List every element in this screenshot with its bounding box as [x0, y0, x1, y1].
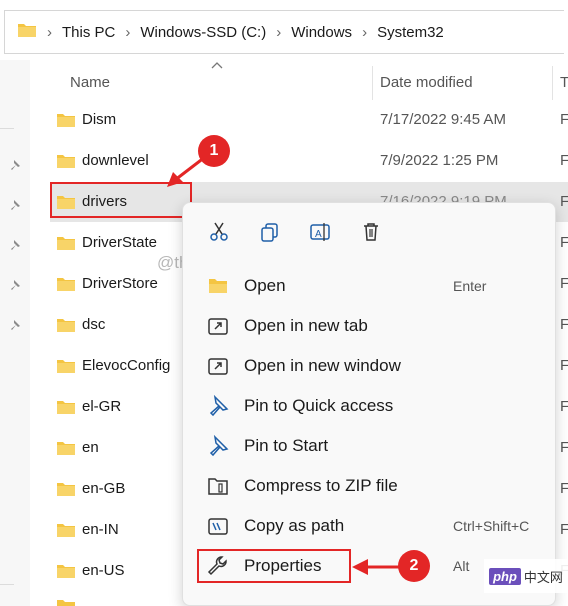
php-logo: php [489, 567, 521, 585]
step-badge-1: 1 [198, 135, 230, 167]
file-type: F [560, 439, 568, 456]
folder-icon [57, 524, 75, 537]
zip-folder-icon [208, 478, 228, 495]
pin-icon[interactable] [9, 199, 23, 213]
menu-item-open[interactable]: Open Enter [183, 266, 555, 306]
file-name: DriverStore [82, 275, 158, 292]
address-bar[interactable]: › This PC › Windows-SSD (C:) › Windows ›… [4, 10, 564, 54]
file-type: F [560, 480, 568, 497]
folder-icon [57, 155, 75, 168]
pin-icon [209, 395, 229, 417]
cut-icon[interactable] [208, 221, 230, 243]
folder-icon [57, 319, 75, 332]
chevron-right-icon: › [362, 23, 368, 41]
new-tab-icon [208, 318, 228, 335]
folder-icon [57, 278, 75, 291]
folder-icon [57, 114, 75, 127]
pin-icon[interactable] [9, 159, 23, 173]
menu-item-label: Open in new window [244, 356, 401, 375]
folder-icon [57, 360, 75, 373]
menu-item-label: Compress to ZIP file [244, 476, 398, 495]
divider [0, 128, 14, 129]
file-name: downlevel [82, 152, 149, 169]
folder-icon [57, 237, 75, 250]
menu-item-compress-zip[interactable]: Compress to ZIP file [183, 466, 555, 506]
menu-item-label: Copy as path [244, 516, 345, 535]
file-name: Dism [82, 111, 117, 128]
breadcrumb-drive[interactable]: Windows-SSD (C:) [140, 24, 266, 41]
sort-caret-icon [211, 62, 223, 69]
file-name: dsc [82, 316, 106, 333]
folder-icon [57, 600, 75, 606]
step-badge-2: 2 [398, 550, 430, 582]
menu-item-pin-quick-access[interactable]: Pin to Quick access [183, 386, 555, 426]
folder-icon [57, 483, 75, 496]
php-watermark: php 中文网 [484, 559, 568, 593]
menu-item-label: Pin to Quick access [244, 396, 394, 415]
highlight-box [197, 549, 351, 583]
file-date: 7/9/2022 1:25 PM [380, 152, 499, 169]
file-type: F [560, 234, 568, 251]
file-type: F [560, 398, 568, 415]
php-site-text: 中文网 [523, 569, 563, 585]
menu-item-label: Open [244, 276, 286, 295]
copy-path-icon [208, 518, 228, 535]
file-name: DriverState [82, 234, 158, 251]
breadcrumb-this-pc[interactable]: This PC [62, 24, 115, 41]
copy-icon[interactable] [259, 221, 281, 243]
arrow-icon [352, 559, 402, 575]
folder-icon [17, 22, 37, 43]
column-divider[interactable] [372, 66, 373, 100]
file-type: F [560, 275, 568, 292]
divider [0, 584, 14, 585]
file-name: el-GR [82, 398, 122, 415]
file-type: F [560, 111, 568, 128]
chevron-right-icon: › [125, 23, 131, 41]
column-divider[interactable] [552, 66, 553, 100]
pin-icon[interactable] [9, 279, 23, 293]
file-type: F [560, 357, 568, 374]
chevron-right-icon: › [47, 23, 52, 41]
menu-item-shortcut: Enter [453, 278, 487, 294]
menu-item-open-new-tab[interactable]: Open in new tab [183, 306, 555, 346]
menu-item-pin-start[interactable]: Pin to Start [183, 426, 555, 466]
chevron-right-icon: › [276, 23, 282, 41]
menu-item-copy-as-path[interactable]: Copy as path Ctrl+Shift+C [183, 506, 555, 546]
breadcrumb-windows[interactable]: Windows [291, 24, 352, 41]
new-window-icon [208, 358, 228, 375]
svg-text:A: A [315, 229, 322, 240]
menu-item-shortcut: Alt [453, 558, 470, 574]
file-name: en-IN [82, 521, 119, 538]
rename-icon[interactable]: A [309, 221, 331, 243]
column-header-name[interactable]: Name [70, 62, 110, 102]
context-menu: A Open Enter Open in new tab Open in new… [182, 202, 556, 606]
file-row[interactable]: Dism 7/17/2022 9:45 AM F [50, 100, 568, 140]
menu-item-label: Pin to Start [244, 436, 329, 455]
folder-icon [57, 442, 75, 455]
file-date: 7/17/2022 9:45 AM [380, 111, 506, 128]
file-name: en-GB [82, 480, 126, 497]
folder-icon [57, 401, 75, 414]
file-type: F [560, 521, 568, 538]
pin-icon[interactable] [9, 239, 23, 253]
file-name: ElevocConfig [82, 357, 171, 374]
folder-open-icon [209, 279, 227, 293]
menu-item-open-new-window[interactable]: Open in new window [183, 346, 555, 386]
breadcrumb-system32[interactable]: System32 [377, 24, 444, 41]
folder-icon [57, 565, 75, 578]
file-name: en-US [82, 562, 125, 579]
file-type: F [560, 316, 568, 333]
menu-item-label: Open in new tab [244, 316, 368, 335]
file-type: F [560, 193, 568, 210]
column-header-date[interactable]: Date modified [380, 62, 473, 102]
pin-icon [209, 435, 229, 457]
navigation-pane [0, 60, 30, 606]
pin-icon[interactable] [9, 319, 23, 333]
file-name: en [82, 439, 99, 456]
column-header-type[interactable]: Ty [560, 62, 568, 102]
menu-item-shortcut: Ctrl+Shift+C [453, 518, 530, 534]
file-type: F [560, 152, 568, 169]
delete-icon[interactable] [360, 221, 382, 243]
file-row[interactable]: downlevel 7/9/2022 1:25 PM F [50, 141, 568, 181]
